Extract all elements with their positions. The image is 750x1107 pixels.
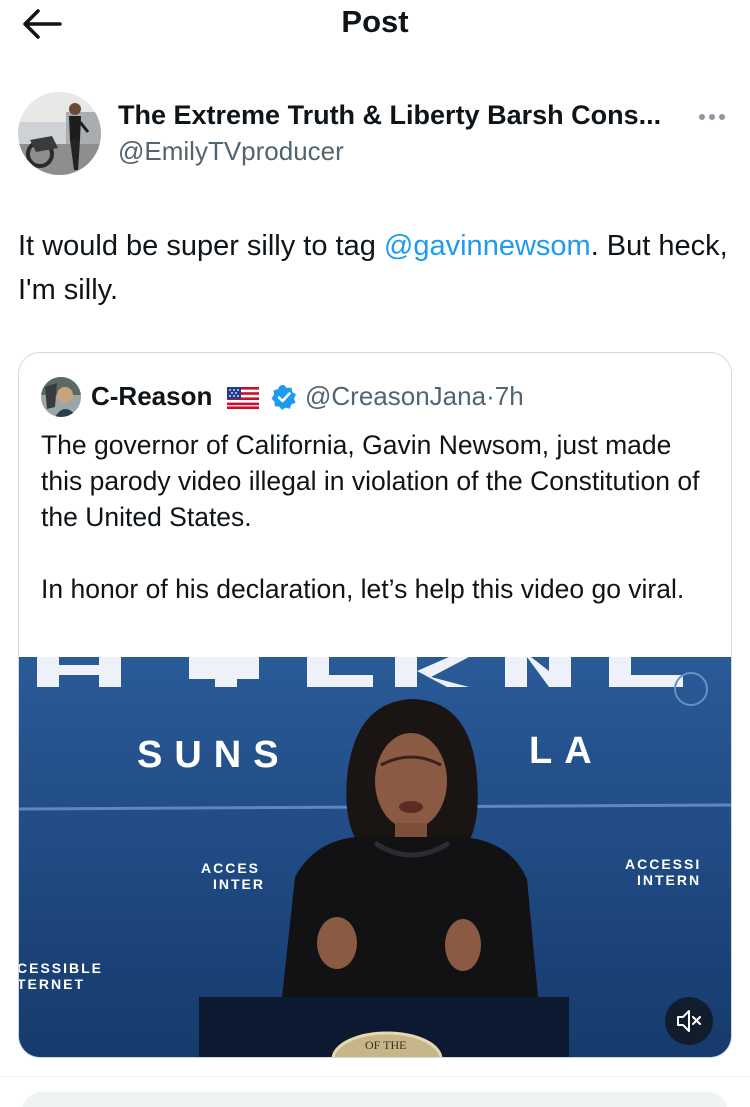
verified-badge-icon (271, 384, 297, 410)
mention-link[interactable]: @gavinnewsom (384, 230, 591, 262)
post-text: It would be super silly to tag @gavinnew… (18, 224, 728, 312)
author-handle[interactable]: @EmilyTVproducer (118, 136, 344, 167)
sign-right-2: INTERN (637, 872, 701, 888)
sign-right-1: ACCESSI (625, 856, 701, 872)
quoted-post-time[interactable]: 7h (495, 381, 524, 411)
author-avatar[interactable] (18, 92, 101, 175)
quoted-author-meta: @CreasonJana·7h (305, 381, 524, 412)
page-title: Post (341, 4, 409, 39)
sign-mid-1: ACCES (201, 860, 260, 876)
sign-left-1: CESSIBLE (19, 960, 103, 976)
more-horizontal-icon (699, 114, 725, 120)
more-options-button[interactable] (690, 106, 734, 128)
post-text-part: It would be super silly to tag (18, 230, 384, 262)
divider (0, 1076, 750, 1077)
unmute-button[interactable] (665, 997, 713, 1045)
speaker-muted-icon (677, 1010, 701, 1032)
podium-seal-text: OF THE (365, 1038, 406, 1052)
quoted-post-video[interactable]: SUNS LA CESSIBLE TERNET ACCES INTER ACCE… (19, 657, 731, 1057)
quoted-post-text: The governor of California, Gavin Newsom… (41, 430, 700, 604)
us-flag-icon (227, 387, 259, 409)
reply-composer[interactable] (22, 1092, 728, 1107)
quoted-post-card[interactable]: C-Reason @CreasonJana·7h The governor of… (18, 352, 732, 1058)
sign-mid-2: INTER (213, 876, 265, 892)
sign-text-suns: SUNS (137, 734, 291, 776)
sign-text-la: LA (529, 730, 604, 772)
author-display-name[interactable]: The Extreme Truth & Liberty Barsh Cons..… (118, 100, 678, 131)
meta-separator: · (486, 381, 495, 411)
top-bar: Post (0, 0, 750, 52)
quoted-author-handle[interactable]: @CreasonJana (305, 381, 486, 411)
quoted-author-avatar[interactable] (41, 377, 81, 417)
sign-left-2: TERNET (19, 976, 85, 992)
quoted-author-name[interactable]: C-Reason (91, 381, 212, 412)
